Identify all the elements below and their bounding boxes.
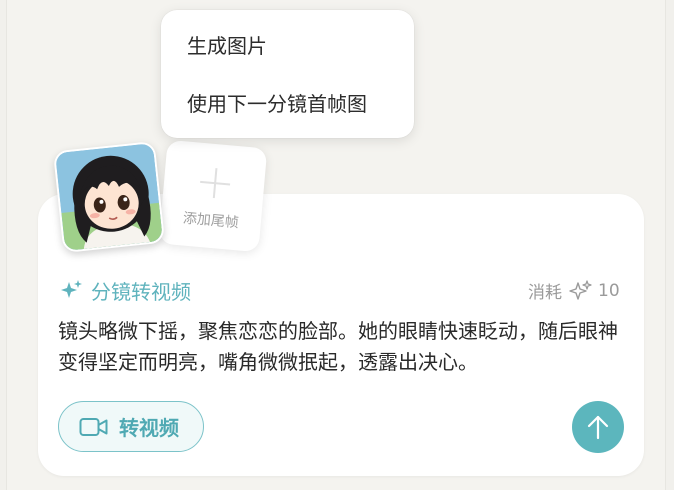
- send-button[interactable]: [572, 401, 624, 453]
- storyboard-title: 分镜转视频: [59, 276, 191, 304]
- character-illustration: [55, 142, 166, 254]
- context-menu: 生成图片 使用下一分镜首帧图: [161, 10, 414, 138]
- cost-label: 消耗: [528, 283, 562, 303]
- add-tail-frame-label: 添加尾帧: [182, 210, 240, 232]
- sparkle-outline-icon: [569, 279, 592, 300]
- cost-value: 10: [598, 280, 620, 301]
- sparkle-icon: [61, 280, 82, 298]
- convert-to-video-button[interactable]: 转视频: [58, 401, 204, 452]
- storyboard-title-text: 分镜转视频: [91, 279, 191, 304]
- first-frame-thumbnail[interactable]: [52, 140, 166, 254]
- plus-icon: [200, 168, 231, 199]
- video-camera-icon: [79, 417, 108, 436]
- cost-indicator: 消耗 10: [528, 278, 620, 303]
- arrow-up-icon: [587, 415, 609, 440]
- convert-to-video-label: 转视频: [119, 416, 179, 440]
- menu-item-use-next-first-frame[interactable]: 使用下一分镜首帧图: [161, 86, 414, 144]
- add-tail-frame-button[interactable]: 添加尾帧: [158, 139, 268, 253]
- menu-item-generate-image[interactable]: 生成图片: [161, 28, 414, 86]
- storyboard-description: 镜头略微下摇，聚焦恋恋的脸部。她的眼睛快速眨动，随后眼神变得坚定而明亮，嘴角微微…: [58, 319, 618, 374]
